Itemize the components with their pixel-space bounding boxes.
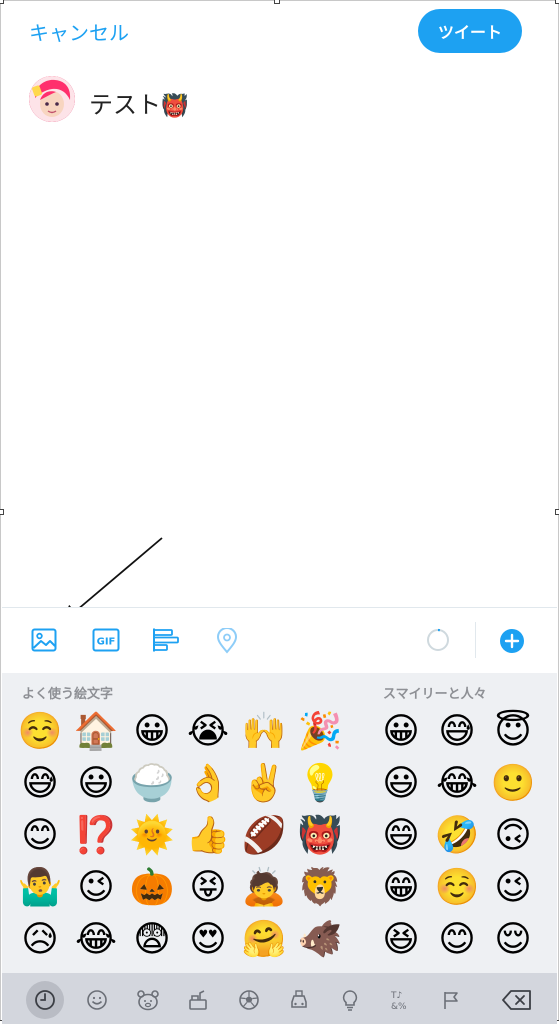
emoji-key[interactable]: 😄 [376, 811, 426, 861]
objects-category-icon[interactable] [335, 985, 365, 1015]
image-icon[interactable] [31, 628, 57, 656]
food-category-icon[interactable] [183, 985, 213, 1015]
emoji-grid-area[interactable]: よく使う絵文字 スマイリーと人々 ☺️ 🏠 😀 😭 🙌 🎉 😅 😃 🍚 👌 ✌️ 💡 😊 ⁉️ 🌞 👍 🏈 👹 🤷‍… [2, 673, 557, 973]
delete-key-icon[interactable] [499, 985, 535, 1015]
section-label-recent: よく使う絵文字 [22, 687, 114, 702]
emoji-key[interactable]: 🌞 [127, 811, 177, 861]
flags-category-icon[interactable] [436, 985, 466, 1015]
emoji-key[interactable]: 🤗 [239, 915, 289, 965]
tweet-button[interactable]: ツイート [418, 9, 522, 53]
emoji-key[interactable]: 🙇 [239, 863, 289, 913]
section-label-smileys: スマイリーと人々 [383, 687, 487, 702]
emoji-key[interactable]: 🤣 [432, 811, 482, 861]
emoji-key[interactable]: 💡 [295, 759, 345, 809]
emoji-key[interactable]: 🙂 [488, 759, 538, 809]
cancel-button[interactable]: キャンセル [29, 17, 129, 46]
emoji-key[interactable]: 😁 [376, 863, 426, 913]
emoji-key[interactable]: 😂 [71, 915, 121, 965]
animals-category-icon[interactable] [133, 985, 163, 1015]
tweet-text: テスト [89, 91, 161, 119]
emoji-key[interactable]: 😊 [15, 811, 65, 861]
emoji-key[interactable]: 😍 [183, 915, 233, 965]
emoji-key[interactable]: 😊 [432, 915, 482, 965]
emoji-key[interactable]: 😅 [15, 759, 65, 809]
emoji-key[interactable]: 🤷‍♂️ [15, 863, 65, 913]
selection-handle [555, 509, 559, 515]
selection-handle [274, 0, 280, 4]
emoji-key[interactable]: 🙃 [488, 811, 538, 861]
emoji-key[interactable]: 😉 [71, 863, 121, 913]
emoji-keyboard: よく使う絵文字 スマイリーと人々 ☺️ 🏠 😀 😭 🙌 🎉 😅 😃 🍚 👌 ✌️ 💡 😊 ⁉️ 🌞 👍 🏈 👹 🤷‍… [2, 673, 557, 1024]
symbols-label: &% [391, 1002, 407, 1012]
emoji-key[interactable]: ☺️ [15, 707, 65, 757]
emoji-key[interactable]: 🙌 [239, 707, 289, 757]
emoji-key[interactable]: 🏈 [239, 811, 289, 861]
emoji-key[interactable]: 😅 [432, 707, 482, 757]
gif-label: GIF [97, 637, 116, 648]
svg-text:T♪: T♪ [390, 991, 402, 1001]
location-icon[interactable] [216, 627, 238, 658]
emoji-key[interactable]: 😀 [376, 707, 426, 757]
avatar[interactable] [29, 76, 75, 122]
selection-handle [555, 0, 559, 4]
emoji-key[interactable]: ⁉️ [71, 811, 121, 861]
emoji-key[interactable]: 🐗 [295, 915, 345, 965]
smileys-category-icon[interactable] [82, 985, 112, 1015]
emoji-key[interactable]: 😉 [488, 863, 538, 913]
emoji-key[interactable]: 😭 [183, 707, 233, 757]
emoji-key[interactable]: 👌 [183, 759, 233, 809]
emoji-key[interactable]: 😃 [376, 759, 426, 809]
selection-handle [0, 509, 4, 515]
emoji-key[interactable]: 🦁 [295, 863, 345, 913]
poll-icon[interactable] [152, 628, 180, 656]
compose-toolbar: GIF [2, 607, 557, 674]
tweet-text-field[interactable]: テスト👹 [89, 85, 188, 120]
symbols-category-icon[interactable]: T♪ &% [386, 985, 416, 1015]
selection-handle [0, 0, 4, 4]
avatar-image [29, 76, 75, 122]
oni-emoji: 👹 [161, 94, 189, 119]
emoji-key[interactable]: 🏠 [71, 707, 121, 757]
character-counter-icon [426, 628, 450, 656]
emoji-key[interactable]: 😃 [71, 759, 121, 809]
compose-screen: キャンセル ツイート テスト👹 GIF よく使う絵文字 スマイリーと人々 ☺️ … [0, 0, 559, 1024]
emoji-key[interactable]: 🎉 [295, 707, 345, 757]
emoji-key[interactable]: 😨 [127, 915, 177, 965]
emoji-key[interactable]: 😝 [183, 863, 233, 913]
emoji-key[interactable]: ☺️ [432, 863, 482, 913]
emoji-key[interactable]: 👍 [183, 811, 233, 861]
gif-icon[interactable]: GIF [92, 628, 120, 656]
add-thread-icon[interactable] [499, 628, 525, 658]
emoji-key[interactable]: 😇 [488, 707, 538, 757]
emoji-key[interactable]: 😂 [432, 759, 482, 809]
emoji-key[interactable]: 🎃 [127, 863, 177, 913]
emoji-key[interactable]: 😌 [488, 915, 538, 965]
toolbar-divider [475, 622, 476, 658]
emoji-key[interactable]: 😥 [15, 915, 65, 965]
emoji-key[interactable]: 🍚 [127, 759, 177, 809]
activity-category-icon[interactable] [234, 985, 264, 1015]
travel-category-icon[interactable] [284, 985, 314, 1015]
recent-category-icon[interactable] [26, 981, 64, 1019]
emoji-key[interactable]: 👹 [295, 811, 345, 861]
emoji-category-bar: T♪ &% [2, 977, 557, 1023]
emoji-key[interactable]: ✌️ [239, 759, 289, 809]
emoji-key[interactable]: 😆 [376, 915, 426, 965]
emoji-key[interactable]: 😀 [127, 707, 177, 757]
